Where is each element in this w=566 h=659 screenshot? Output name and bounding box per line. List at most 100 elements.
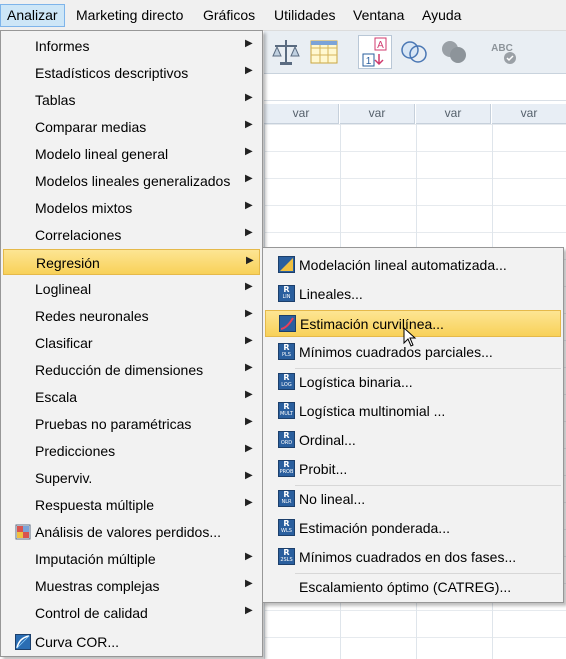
menu-item-label: Estimación ponderada... <box>299 520 450 536</box>
submenu-arrow-icon: ▶ <box>245 200 253 211</box>
nonlinear-regression-icon: R NLR <box>278 490 295 507</box>
menu-item-modelacion-lineal-automatizada[interactable]: Modelación lineal automatizada... <box>265 252 561 279</box>
icon-code: WLS <box>281 528 292 534</box>
menu-item-regresion[interactable]: Regresión ▶ <box>3 249 260 275</box>
menu-item-curva-cor[interactable]: Curva COR... <box>3 629 260 655</box>
probit-icon: R PROB <box>278 460 295 477</box>
disabled-sets-icon <box>438 36 470 68</box>
menu-item-loglineal[interactable]: Loglineal ▶ <box>3 276 260 302</box>
submenu-arrow-icon: ▶ <box>245 578 253 589</box>
menu-item-label: No lineal... <box>299 491 366 507</box>
submenu-arrow-icon: ▶ <box>245 335 253 346</box>
menu-item-modelos-mixtos[interactable]: Modelos mixtos ▶ <box>3 195 260 221</box>
svg-text:A: A <box>377 40 384 51</box>
ordinal-regression-icon: R ORD <box>278 431 295 448</box>
menu-item-muestras-complejas[interactable]: Muestras complejas ▶ <box>3 573 260 599</box>
menu-item-logistica-multinomial[interactable]: R MULT Logística multinomial ... <box>265 398 561 425</box>
menu-item-redes-neuronales[interactable]: Redes neuronales ▶ <box>3 303 260 329</box>
weight-estimation-icon: R WLS <box>278 519 295 536</box>
submenu-arrow-icon: ▶ <box>245 605 253 616</box>
menu-item-lineales[interactable]: R LIN Lineales... <box>265 281 561 308</box>
menu-utilidades[interactable]: Utilidades <box>272 6 337 26</box>
menu-item-imputacion-multiple[interactable]: Imputación múltiple ▶ <box>3 546 260 572</box>
menu-item-escalamiento-optimo[interactable]: Escalamiento óptimo (CATREG)... <box>265 574 561 601</box>
menu-item-label: Mínimos cuadrados en dos fases... <box>299 549 517 565</box>
menu-item-label: Pruebas no paramétricas <box>35 416 192 432</box>
submenu-arrow-icon: ▶ <box>246 255 254 266</box>
auto-linear-modeling-icon <box>278 256 295 273</box>
menu-item-modelo-lineal-general[interactable]: Modelo lineal general ▶ <box>3 141 260 167</box>
show-all-variables-icon[interactable] <box>398 36 430 68</box>
cell-editor[interactable] <box>264 74 566 101</box>
submenu-arrow-icon: ▶ <box>245 227 253 238</box>
column-header[interactable]: var <box>492 104 566 124</box>
menu-item-informes[interactable]: Informes ▶ <box>3 33 260 59</box>
menu-item-pruebas-no-parametricas[interactable]: Pruebas no paramétricas ▶ <box>3 411 260 437</box>
menu-item-superviv[interactable]: Superviv. ▶ <box>3 465 260 491</box>
menu-item-label: Ordinal... <box>299 432 356 448</box>
menu-item-clasificar[interactable]: Clasificar ▶ <box>3 330 260 356</box>
column-header[interactable]: var <box>340 104 415 124</box>
menu-item-respuesta-multiple[interactable]: Respuesta múltiple ▶ <box>3 492 260 518</box>
menu-item-label: Lineales... <box>299 286 363 302</box>
menu-item-label: Informes <box>35 38 90 54</box>
icon-code: MULT <box>279 411 294 417</box>
submenu-arrow-icon: ▶ <box>245 308 253 319</box>
menu-item-label: Superviv. <box>35 470 93 486</box>
submenu-arrow-icon: ▶ <box>245 173 253 184</box>
menu-item-control-de-calidad[interactable]: Control de calidad ▶ <box>3 600 260 626</box>
menu-bar: Analizar Marketing directo Gráficos Util… <box>0 0 566 31</box>
submenu-arrow-icon: ▶ <box>245 65 253 76</box>
mouse-cursor-icon <box>403 326 417 350</box>
menu-item-label: Clasificar <box>35 335 93 351</box>
use-sets-icon[interactable]: A1 <box>358 35 392 69</box>
menu-item-comparar-medias[interactable]: Comparar medias ▶ <box>3 114 260 140</box>
menu-item-minimos-cuadrados-dos-fases[interactable]: R 2SLS Mínimos cuadrados en dos fases... <box>265 544 561 571</box>
icon-code: ORD <box>280 440 293 446</box>
menu-item-label: Curva COR... <box>35 634 120 650</box>
menu-item-label: Respuesta múltiple <box>35 497 155 513</box>
menu-item-predicciones[interactable]: Predicciones ▶ <box>3 438 260 464</box>
icon-code: PROB <box>279 469 294 475</box>
menu-item-analisis-valores-perdidos[interactable]: Análisis de valores perdidos... <box>3 519 260 545</box>
menu-item-modelos-lineales-generalizados[interactable]: Modelos lineales generalizados ▶ <box>3 168 260 194</box>
linear-regression-icon: R LIN <box>278 285 295 302</box>
menu-item-reduccion-de-dimensiones[interactable]: Reducción de dimensiones ▶ <box>3 357 260 383</box>
menu-item-correlaciones[interactable]: Correlaciones ▶ <box>3 222 260 248</box>
column-header[interactable]: var <box>264 104 339 124</box>
menu-item-label: Loglineal <box>35 281 92 297</box>
menu-analizar[interactable]: Analizar <box>0 4 65 27</box>
menu-item-no-lineal[interactable]: R NLR No lineal... <box>265 486 561 513</box>
menu-item-probit[interactable]: R PROB Probit... <box>265 456 561 483</box>
menu-ventana[interactable]: Ventana <box>351 6 406 26</box>
spell-check-icon: ABC <box>488 36 520 68</box>
menu-item-label: Mínimos cuadrados parciales... <box>299 344 493 360</box>
value-labels-icon[interactable] <box>308 36 340 68</box>
menu-item-logistica-binaria[interactable]: R LOG Logística binaria... <box>265 369 561 396</box>
menu-item-label: Modelos lineales generalizados <box>35 173 231 189</box>
menu-item-label: Estimación curvilínea... <box>300 316 444 332</box>
menu-graficos[interactable]: Gráficos <box>201 6 257 26</box>
icon-code: NLR <box>281 499 292 505</box>
menu-item-ordinal[interactable]: R ORD Ordinal... <box>265 427 561 454</box>
binary-logistic-icon: R LOG <box>278 373 295 390</box>
column-header[interactable]: var <box>416 104 491 124</box>
submenu-arrow-icon: ▶ <box>245 497 253 508</box>
menu-item-label: Control de calidad <box>35 605 148 621</box>
icon-code: 2SLS <box>280 557 293 563</box>
roc-curve-icon <box>15 634 31 650</box>
menu-item-estimacion-ponderada[interactable]: R WLS Estimación ponderada... <box>265 515 561 542</box>
weight-cases-icon[interactable] <box>270 36 302 68</box>
menu-item-label: Estadísticos descriptivos <box>35 65 189 81</box>
two-stage-least-squares-icon: R 2SLS <box>278 548 295 565</box>
menu-item-label: Probit... <box>299 461 348 477</box>
menu-item-label: Reducción de dimensiones <box>35 362 204 378</box>
submenu-arrow-icon: ▶ <box>245 38 253 49</box>
menu-item-tablas[interactable]: Tablas ▶ <box>3 87 260 113</box>
menu-item-label: Correlaciones <box>35 227 122 243</box>
submenu-arrow-icon: ▶ <box>245 281 253 292</box>
menu-item-estadisticos-descriptivos[interactable]: Estadísticos descriptivos ▶ <box>3 60 260 86</box>
menu-item-escala[interactable]: Escala ▶ <box>3 384 260 410</box>
menu-marketing-directo[interactable]: Marketing directo <box>74 6 185 26</box>
menu-ayuda[interactable]: Ayuda <box>420 6 463 26</box>
